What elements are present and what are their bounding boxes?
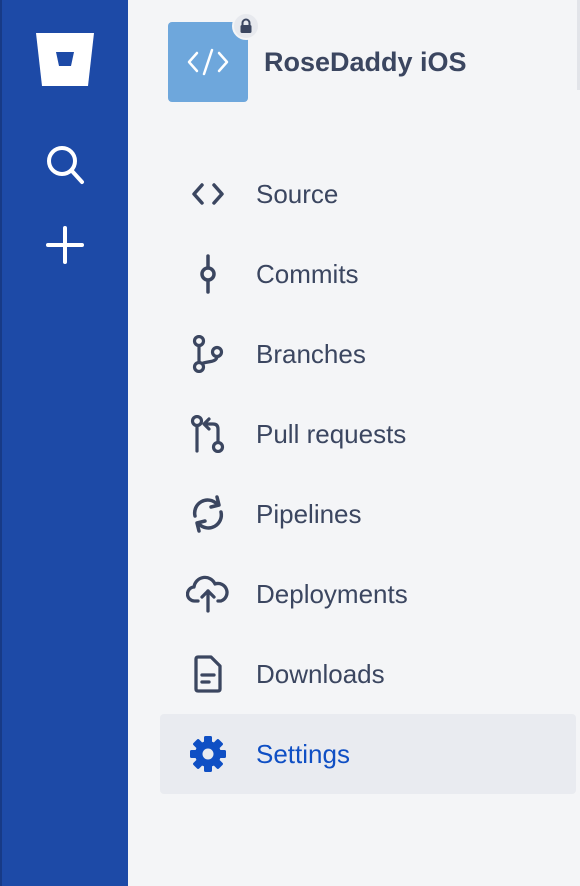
nav-item-label: Source [256,178,339,209]
nav-item-source[interactable]: Source [160,154,576,234]
repository-sidebar: RoseDaddy iOS Source Commits Branches Pu… [128,0,580,886]
cloud-upload-icon [160,575,256,613]
nav-item-label: Pipelines [256,498,362,529]
repo-header[interactable]: RoseDaddy iOS [168,12,467,102]
branch-icon [160,335,256,373]
nav-item-deployments[interactable]: Deployments [160,554,576,634]
nav-item-label: Branches [256,338,366,369]
pipelines-icon [160,495,256,533]
pull-request-icon [160,415,256,453]
search-icon[interactable] [2,144,128,186]
source-code-icon [160,180,256,208]
document-icon [160,655,256,693]
global-sidebar [0,0,128,886]
plus-icon[interactable] [2,224,128,266]
nav-item-label: Pull requests [256,418,407,449]
nav-item-commits[interactable]: Commits [160,234,576,314]
repo-name[interactable]: RoseDaddy iOS [264,47,467,78]
repo-nav-list: Source Commits Branches Pull requests Pi… [160,154,576,794]
gear-icon [160,735,256,773]
repo-avatar[interactable] [168,12,260,102]
nav-item-downloads[interactable]: Downloads [160,634,576,714]
nav-item-label: Deployments [256,578,408,609]
nav-item-label: Settings [256,738,350,769]
nav-item-label: Commits [256,258,359,289]
nav-item-label: Downloads [256,658,385,689]
nav-item-pull-requests[interactable]: Pull requests [160,394,576,474]
code-icon [187,48,229,76]
nav-item-branches[interactable]: Branches [160,314,576,394]
nav-item-pipelines[interactable]: Pipelines [160,474,576,554]
nav-item-settings[interactable]: Settings [160,714,576,794]
lock-icon [232,12,260,40]
bitbucket-logo-icon[interactable] [2,30,128,88]
commit-icon [160,254,256,294]
